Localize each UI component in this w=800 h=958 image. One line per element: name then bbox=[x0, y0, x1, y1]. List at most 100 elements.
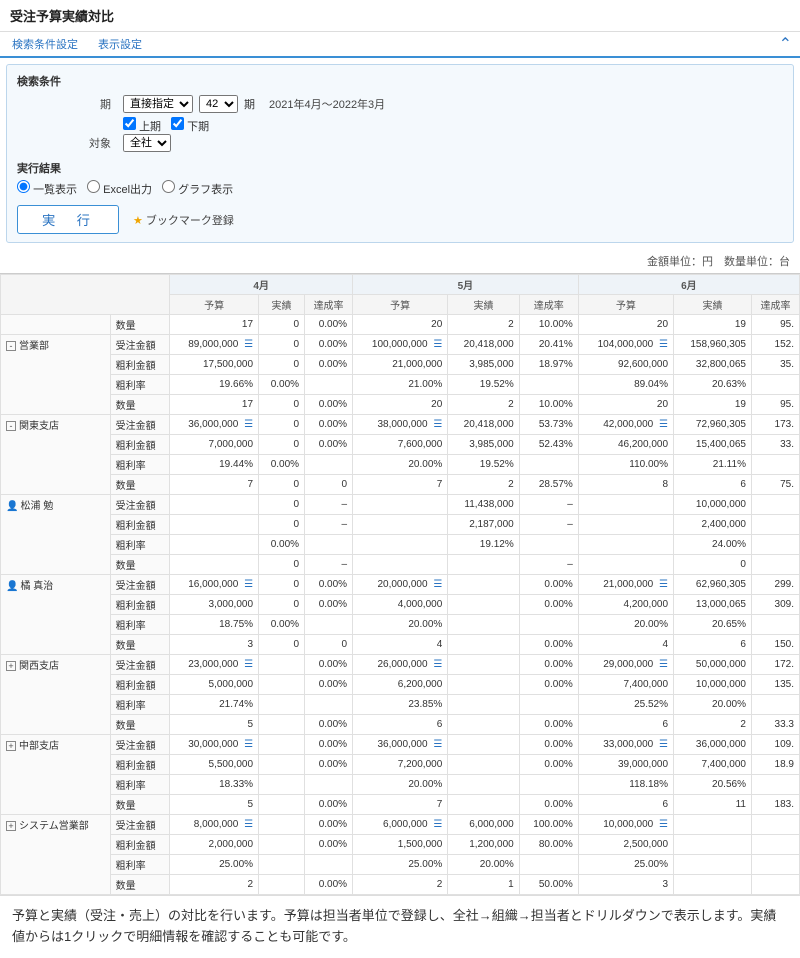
data-cell bbox=[578, 515, 673, 535]
data-cell: 89,000,000 ☰ bbox=[170, 335, 259, 355]
expand-icon[interactable]: + bbox=[6, 741, 16, 751]
data-cell bbox=[305, 855, 353, 875]
data-cell: 18.33% bbox=[170, 775, 259, 795]
collapse-panel-icon[interactable]: ⌃ bbox=[779, 34, 792, 54]
group-cell[interactable]: -営業部 bbox=[1, 335, 111, 415]
metric-label: 受注金額 bbox=[110, 655, 170, 675]
data-cell bbox=[519, 535, 578, 555]
drill-icon[interactable]: ☰ bbox=[656, 659, 668, 670]
data-cell: 53.73% bbox=[519, 415, 578, 435]
expand-icon[interactable]: - bbox=[6, 341, 16, 351]
period-number-select[interactable]: 42 bbox=[199, 95, 238, 113]
data-cell: 0.00% bbox=[305, 875, 353, 895]
data-cell: 158,960,305 bbox=[674, 335, 752, 355]
group-cell[interactable]: 👤松浦 勉 bbox=[1, 495, 111, 575]
col-header: 実績 bbox=[448, 295, 519, 315]
radio-graph-view[interactable]: グラフ表示 bbox=[162, 180, 233, 197]
data-cell: 6 bbox=[578, 715, 673, 735]
drill-icon[interactable]: ☰ bbox=[241, 819, 253, 830]
data-cell: 0.00% bbox=[519, 735, 578, 755]
data-cell: 0.00% bbox=[259, 535, 305, 555]
data-cell: 11,438,000 bbox=[448, 495, 519, 515]
data-cell bbox=[259, 695, 305, 715]
data-cell: 0.00% bbox=[305, 595, 353, 615]
group-cell[interactable]: +中部支店 bbox=[1, 735, 111, 815]
period-mode-select[interactable]: 直接指定 bbox=[123, 95, 193, 113]
drill-icon[interactable]: ☰ bbox=[241, 739, 253, 750]
drill-icon[interactable]: ☰ bbox=[241, 579, 253, 590]
first-half-checkbox[interactable]: 上期 bbox=[123, 117, 161, 134]
data-cell: 0 bbox=[259, 515, 305, 535]
data-cell: 0.00% bbox=[305, 815, 353, 835]
col-header: 実績 bbox=[674, 295, 752, 315]
data-cell bbox=[448, 675, 519, 695]
drill-icon[interactable]: ☰ bbox=[656, 339, 668, 350]
star-icon: ★ bbox=[133, 215, 143, 227]
data-cell: 0 bbox=[259, 575, 305, 595]
data-cell: 0.00% bbox=[305, 335, 353, 355]
drill-icon[interactable]: ☰ bbox=[430, 659, 442, 670]
drill-icon[interactable]: ☰ bbox=[656, 739, 668, 750]
drill-icon[interactable]: ☰ bbox=[430, 339, 442, 350]
data-cell: 25.52% bbox=[578, 695, 673, 715]
data-cell bbox=[448, 735, 519, 755]
target-label: 対象 bbox=[17, 135, 117, 151]
expand-icon[interactable]: - bbox=[6, 421, 16, 431]
drill-icon[interactable]: ☰ bbox=[430, 739, 442, 750]
radio-list-view[interactable]: 一覧表示 bbox=[17, 180, 77, 197]
data-cell: 309. bbox=[751, 595, 799, 615]
data-cell: 6,200,000 bbox=[353, 675, 448, 695]
group-cell[interactable]: -関東支店 bbox=[1, 415, 111, 495]
tab-display-settings[interactable]: 表示設定 bbox=[94, 32, 146, 56]
data-cell bbox=[170, 495, 259, 515]
data-cell: 33. bbox=[751, 435, 799, 455]
drill-icon[interactable]: ☰ bbox=[241, 339, 253, 350]
metric-label: 粗利率 bbox=[110, 375, 170, 395]
data-cell: 23,000,000 ☰ bbox=[170, 655, 259, 675]
drill-icon[interactable]: ☰ bbox=[430, 419, 442, 430]
data-cell: 72,960,305 bbox=[674, 415, 752, 435]
group-cell[interactable]: +関西支店 bbox=[1, 655, 111, 735]
data-cell: 3 bbox=[578, 875, 673, 895]
data-cell: 6 bbox=[353, 715, 448, 735]
data-cell: 2,400,000 bbox=[674, 515, 752, 535]
expand-icon[interactable]: + bbox=[6, 661, 16, 671]
page-title: 受注予算実績対比 bbox=[10, 6, 790, 25]
tab-search-settings[interactable]: 検索条件設定 bbox=[8, 32, 82, 56]
data-cell bbox=[751, 555, 799, 575]
data-cell: 52.43% bbox=[519, 435, 578, 455]
data-cell: 29,000,000 ☰ bbox=[578, 655, 673, 675]
data-cell bbox=[578, 495, 673, 515]
drill-icon[interactable]: ☰ bbox=[430, 819, 442, 830]
target-select[interactable]: 全社 bbox=[123, 134, 171, 152]
data-cell bbox=[259, 735, 305, 755]
data-cell: 75. bbox=[751, 475, 799, 495]
data-cell: 21,000,000 ☰ bbox=[578, 575, 673, 595]
drill-icon[interactable]: ☰ bbox=[656, 419, 668, 430]
drill-icon[interactable]: ☰ bbox=[430, 579, 442, 590]
data-cell: 4,000,000 bbox=[353, 595, 448, 615]
execute-button[interactable]: 実 行 bbox=[17, 205, 119, 234]
metric-label: 粗利率 bbox=[110, 615, 170, 635]
data-cell bbox=[259, 815, 305, 835]
group-cell[interactable]: +システム営業部 bbox=[1, 815, 111, 895]
drill-icon[interactable]: ☰ bbox=[241, 419, 253, 430]
data-cell: 15,400,065 bbox=[674, 435, 752, 455]
data-cell: 26,000,000 ☰ bbox=[353, 655, 448, 675]
data-cell: 172. bbox=[751, 655, 799, 675]
col-header: 達成率 bbox=[751, 295, 799, 315]
drill-icon[interactable]: ☰ bbox=[656, 579, 668, 590]
expand-icon[interactable]: + bbox=[6, 821, 16, 831]
data-cell: 20.41% bbox=[519, 335, 578, 355]
group-cell[interactable]: 👤橘 真治 bbox=[1, 575, 111, 655]
data-cell: 8,000,000 ☰ bbox=[170, 815, 259, 835]
drill-icon[interactable]: ☰ bbox=[241, 659, 253, 670]
data-cell: 18.9 bbox=[751, 755, 799, 775]
data-cell: 19.66% bbox=[170, 375, 259, 395]
data-cell: 1 bbox=[448, 875, 519, 895]
data-cell: 0.00% bbox=[519, 675, 578, 695]
second-half-checkbox[interactable]: 下期 bbox=[171, 117, 209, 134]
radio-excel-output[interactable]: Excel出力 bbox=[87, 180, 152, 197]
drill-icon[interactable]: ☰ bbox=[656, 819, 668, 830]
bookmark-link[interactable]: ★ブックマーク登録 bbox=[133, 212, 234, 228]
